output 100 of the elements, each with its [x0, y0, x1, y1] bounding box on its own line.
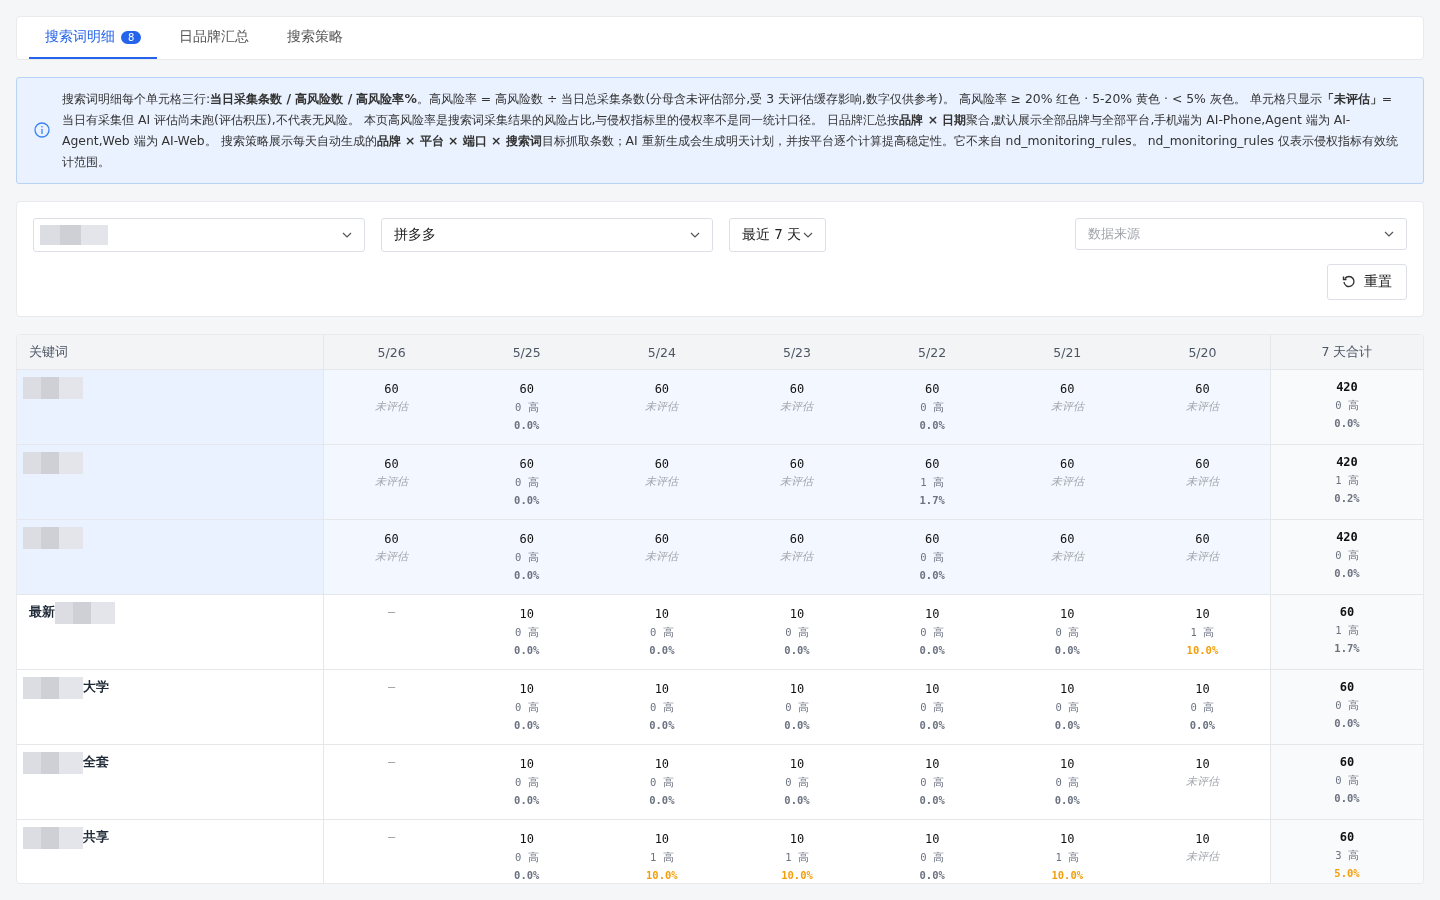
risk-rate: 5.0%	[1334, 866, 1360, 881]
select-field[interactable]: 拼多多	[381, 218, 713, 252]
risk-rate: 1.7%	[1334, 641, 1360, 656]
count-text: 60	[924, 381, 940, 398]
tab[interactable]: 日品牌汇总	[163, 17, 266, 59]
risk-rate: 0.0%	[1334, 416, 1360, 431]
high-risk-count: 0 高	[1055, 775, 1080, 790]
chevron-down-icon	[690, 232, 700, 238]
high-risk-count: 0 高	[920, 775, 944, 790]
count-text: 60	[924, 456, 940, 473]
high-risk-count: 0 高	[1055, 700, 1080, 715]
select-field[interactable]: 最近 7 天	[729, 218, 826, 252]
risk-rate: 0.0%	[1334, 566, 1360, 581]
count-text: 10	[1195, 756, 1210, 773]
status-text: 未评估	[645, 399, 679, 415]
count-text: 10	[789, 831, 805, 848]
risk-rate: 0.0%	[919, 793, 945, 808]
keyword-cell[interactable]	[17, 520, 324, 595]
risk-rate: 0.0%	[514, 793, 540, 808]
status-text: 未评估	[780, 399, 814, 415]
count-text: 60	[519, 381, 534, 398]
keyword-cell[interactable]: 共享	[17, 820, 324, 883]
high-risk-count: 0 高	[514, 700, 539, 715]
reset-button[interactable]: 重置	[1327, 264, 1407, 300]
risk-rate: 0.0%	[1054, 718, 1080, 733]
high-risk-count: 0 高	[1335, 548, 1359, 563]
count-text: 60	[1060, 456, 1075, 473]
count-text: 10	[1060, 756, 1075, 773]
status-text: 未评估	[780, 474, 814, 490]
keyword-cell[interactable]: 大学	[17, 670, 324, 745]
risk-rate: 0.2%	[1334, 491, 1360, 506]
risk-rate: 0.0%	[1054, 643, 1080, 658]
high-risk-count: 1 高	[1335, 473, 1359, 488]
high-risk-count: 0 高	[1335, 773, 1359, 788]
high-risk-count: 3 高	[1335, 848, 1359, 863]
risk-rate: 0.0%	[649, 643, 675, 658]
keyword-cell[interactable]: 最新	[17, 595, 324, 670]
count-badge: 8	[121, 30, 142, 44]
high-risk-count: 0 高	[650, 700, 674, 715]
high-risk-count: 0 高	[920, 850, 944, 865]
high-risk-count: 1 高	[650, 850, 674, 865]
high-risk-count: 0 高	[514, 475, 539, 490]
risk-rate: 0.0%	[784, 718, 810, 733]
redacted-block	[40, 225, 108, 245]
status-text: 未评估	[1050, 549, 1084, 565]
high-risk-count: 0 高	[650, 775, 674, 790]
keyword-cell[interactable]: 全套	[17, 745, 324, 820]
status-text: 未评估	[1185, 549, 1219, 565]
keyword-text: 全套	[83, 753, 109, 771]
chevron-down-icon	[803, 232, 813, 238]
redacted-block	[55, 602, 115, 624]
total-count: 60	[1339, 829, 1355, 846]
risk-rate: 0.0%	[919, 568, 945, 583]
total-count: 420	[1336, 379, 1358, 396]
empty-dash: —	[387, 680, 396, 694]
risk-rate: 0.0%	[784, 643, 810, 658]
risk-rate: 0.0%	[919, 643, 945, 658]
status-text: 未评估	[1185, 474, 1219, 490]
tab[interactable]: 搜索词明细 8	[29, 17, 158, 59]
risk-rate: 0.0%	[514, 493, 540, 508]
risk-rate: 0.0%	[1334, 791, 1360, 806]
count-text: 10	[924, 606, 940, 623]
keyword-cell[interactable]	[17, 445, 324, 520]
risk-rate: 10.0%	[646, 868, 678, 883]
risk-rate: 0.0%	[514, 418, 540, 433]
count-text: 10	[1060, 606, 1075, 623]
high-risk-count: 0 高	[785, 625, 809, 640]
high-risk-count: 0 高	[514, 850, 539, 865]
count-text: 60	[654, 531, 670, 548]
status-text: 未评估	[375, 549, 409, 565]
risk-rate: 0.0%	[1334, 716, 1360, 731]
info-icon	[34, 122, 50, 138]
count-text: 10	[789, 756, 805, 773]
high-risk-count: 0 高	[920, 625, 944, 640]
high-risk-count: 1 高	[1190, 625, 1215, 640]
status-text: 未评估	[645, 549, 679, 565]
empty-dash: —	[387, 755, 396, 769]
column-header: 5/23	[729, 335, 865, 370]
status-text: 未评估	[375, 474, 409, 490]
select-field[interactable]	[33, 218, 365, 252]
risk-rate: 0.0%	[1189, 718, 1216, 733]
high-risk-count: 0 高	[785, 700, 809, 715]
count-text: 60	[384, 531, 399, 548]
count-text: 10	[924, 681, 940, 698]
risk-rate: 0.0%	[514, 568, 540, 583]
keyword-cell[interactable]	[17, 370, 324, 445]
count-text: 60	[789, 456, 805, 473]
count-text: 10	[654, 606, 670, 623]
count-text: 10	[519, 681, 534, 698]
count-text: 10	[654, 756, 670, 773]
redacted-block	[23, 752, 83, 774]
redacted-block	[23, 677, 83, 699]
tab[interactable]: 搜索策略	[271, 17, 360, 59]
high-risk-count: 0 高	[920, 400, 944, 415]
high-risk-count: 0 高	[650, 625, 674, 640]
status-text: 未评估	[780, 549, 814, 565]
high-risk-count: 1 高	[1335, 623, 1359, 638]
keyword-text: 最新	[29, 603, 55, 621]
column-header: 5/20	[1134, 335, 1270, 370]
count-text: 10	[519, 606, 534, 623]
